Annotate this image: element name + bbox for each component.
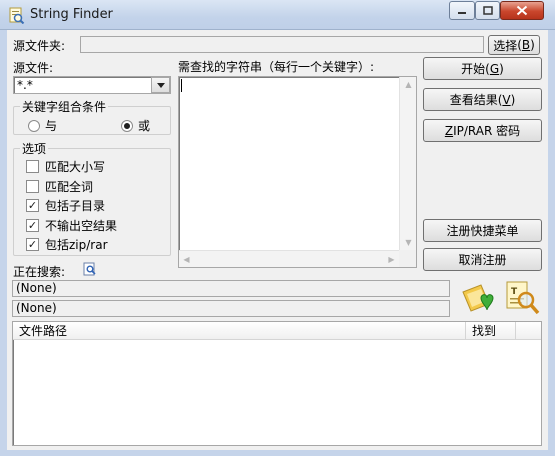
scrollbar-corner [399, 250, 416, 267]
view-results-button[interactable]: 查看结果(V) [423, 88, 542, 111]
checkbox-no-empty[interactable]: ✓ [26, 219, 39, 232]
results-table[interactable]: 文件路径 找到 [12, 321, 542, 446]
radio-and-indicator[interactable] [28, 119, 40, 132]
checkbox-subdirs[interactable]: ✓ [26, 199, 39, 212]
search-status-1-text: (None) [16, 281, 57, 295]
checkbox-whole-word[interactable] [26, 180, 39, 193]
register-menu-button[interactable]: 注册快捷菜单 [423, 219, 542, 242]
view-results-hotkey: V [502, 92, 511, 107]
zip-password-hotkey: Z [444, 123, 454, 138]
search-file-icon [83, 262, 96, 276]
column-header-filler [516, 322, 541, 340]
option-subdirs[interactable]: ✓ 包括子目录 [26, 197, 105, 214]
searching-label: 正在搜索: [13, 265, 66, 279]
browse-button[interactable]: 选择(B) [488, 35, 540, 55]
source-files-label: 源文件: [13, 61, 54, 75]
option-subdirs-label: 包括子目录 [45, 199, 106, 213]
radio-or-label: 或 [138, 119, 151, 133]
source-files-combo[interactable]: *.* [13, 76, 171, 94]
option-whole-word-label: 匹配全词 [45, 180, 94, 194]
option-match-case[interactable]: 匹配大小写 [26, 158, 105, 175]
option-match-case-label: 匹配大小写 [45, 160, 106, 174]
keyword-textarea[interactable]: ▲ ▼ ◀ ▶ [178, 76, 417, 268]
window-frame-bottom [0, 450, 555, 456]
unregister-label: 取消注册 [458, 253, 507, 267]
radio-and-label: 与 [45, 119, 58, 133]
option-zip-rar-label: 包括zip/rar [45, 238, 108, 252]
zip-password-label: IP/RAR 密码 [453, 124, 521, 138]
zip-password-button[interactable]: Z IP/RAR 密码 [423, 119, 542, 142]
close-icon [516, 5, 528, 16]
chevron-down-icon [156, 82, 165, 88]
favorites-heart-icon[interactable] [459, 282, 495, 316]
keyword-hscrollbar[interactable]: ◀ ▶ [179, 250, 399, 267]
svg-text:T: T [511, 287, 518, 297]
checkbox-match-case[interactable] [26, 160, 39, 173]
close-button[interactable] [500, 1, 544, 20]
column-header-file-path-label: 文件路径 [19, 324, 68, 338]
options-group-title: 选项 [20, 140, 49, 157]
option-whole-word[interactable]: 匹配全词 [26, 178, 93, 195]
scroll-up-icon[interactable]: ▲ [400, 77, 417, 92]
minimize-button[interactable] [449, 1, 475, 20]
column-header-file-path[interactable]: 文件路径 [13, 322, 466, 340]
option-zip-rar[interactable]: ✓ 包括zip/rar [26, 236, 108, 253]
unregister-button[interactable]: 取消注册 [423, 248, 542, 271]
start-hotkey: G [489, 61, 500, 76]
text-caret [181, 79, 182, 92]
column-header-found[interactable]: 找到 [466, 322, 516, 340]
option-no-empty[interactable]: ✓ 不输出空结果 [26, 217, 117, 234]
source-folder-field[interactable] [80, 36, 484, 53]
keyword-vscrollbar[interactable]: ▲ ▼ [399, 77, 416, 250]
scroll-down-icon[interactable]: ▼ [400, 235, 417, 250]
find-text-icon[interactable]: T [504, 280, 540, 316]
window-frame-right [548, 30, 555, 456]
view-results-label: 查看结果 [449, 93, 498, 107]
radio-or[interactable]: 或 [121, 117, 150, 134]
search-status-2-text: (None) [16, 301, 57, 315]
keyword-label: 需查找的字符串（每行一个关键字）: [178, 60, 375, 74]
app-icon [9, 7, 25, 24]
minimize-icon [458, 11, 466, 14]
combine-condition-title: 关键字组合条件 [20, 98, 109, 115]
source-files-value: *.* [17, 78, 33, 92]
radio-or-indicator[interactable] [121, 119, 133, 132]
window-title: String Finder [30, 7, 113, 22]
window-frame-left [0, 30, 7, 456]
combo-dropdown-button[interactable] [151, 77, 170, 93]
search-status-2: (None) [12, 300, 450, 317]
maximize-button[interactable] [475, 1, 500, 20]
source-folder-label: 源文件夹: [13, 39, 66, 53]
browse-hotkey: B [521, 38, 531, 52]
option-no-empty-label: 不输出空结果 [45, 219, 118, 233]
register-menu-label: 注册快捷菜单 [446, 224, 519, 238]
title-bar[interactable]: String Finder [0, 0, 555, 30]
checkbox-zip-rar[interactable]: ✓ [26, 238, 39, 251]
search-status-1: (None) [12, 280, 450, 297]
browse-button-label: 选择 [493, 38, 518, 53]
maximize-icon [482, 6, 493, 15]
start-button-label: 开始 [461, 62, 486, 76]
scroll-right-icon[interactable]: ▶ [384, 251, 399, 268]
radio-and[interactable]: 与 [28, 117, 57, 134]
column-header-found-label: 找到 [472, 324, 497, 338]
start-button[interactable]: 开始(G) [423, 57, 542, 80]
scroll-left-icon[interactable]: ◀ [179, 251, 194, 268]
